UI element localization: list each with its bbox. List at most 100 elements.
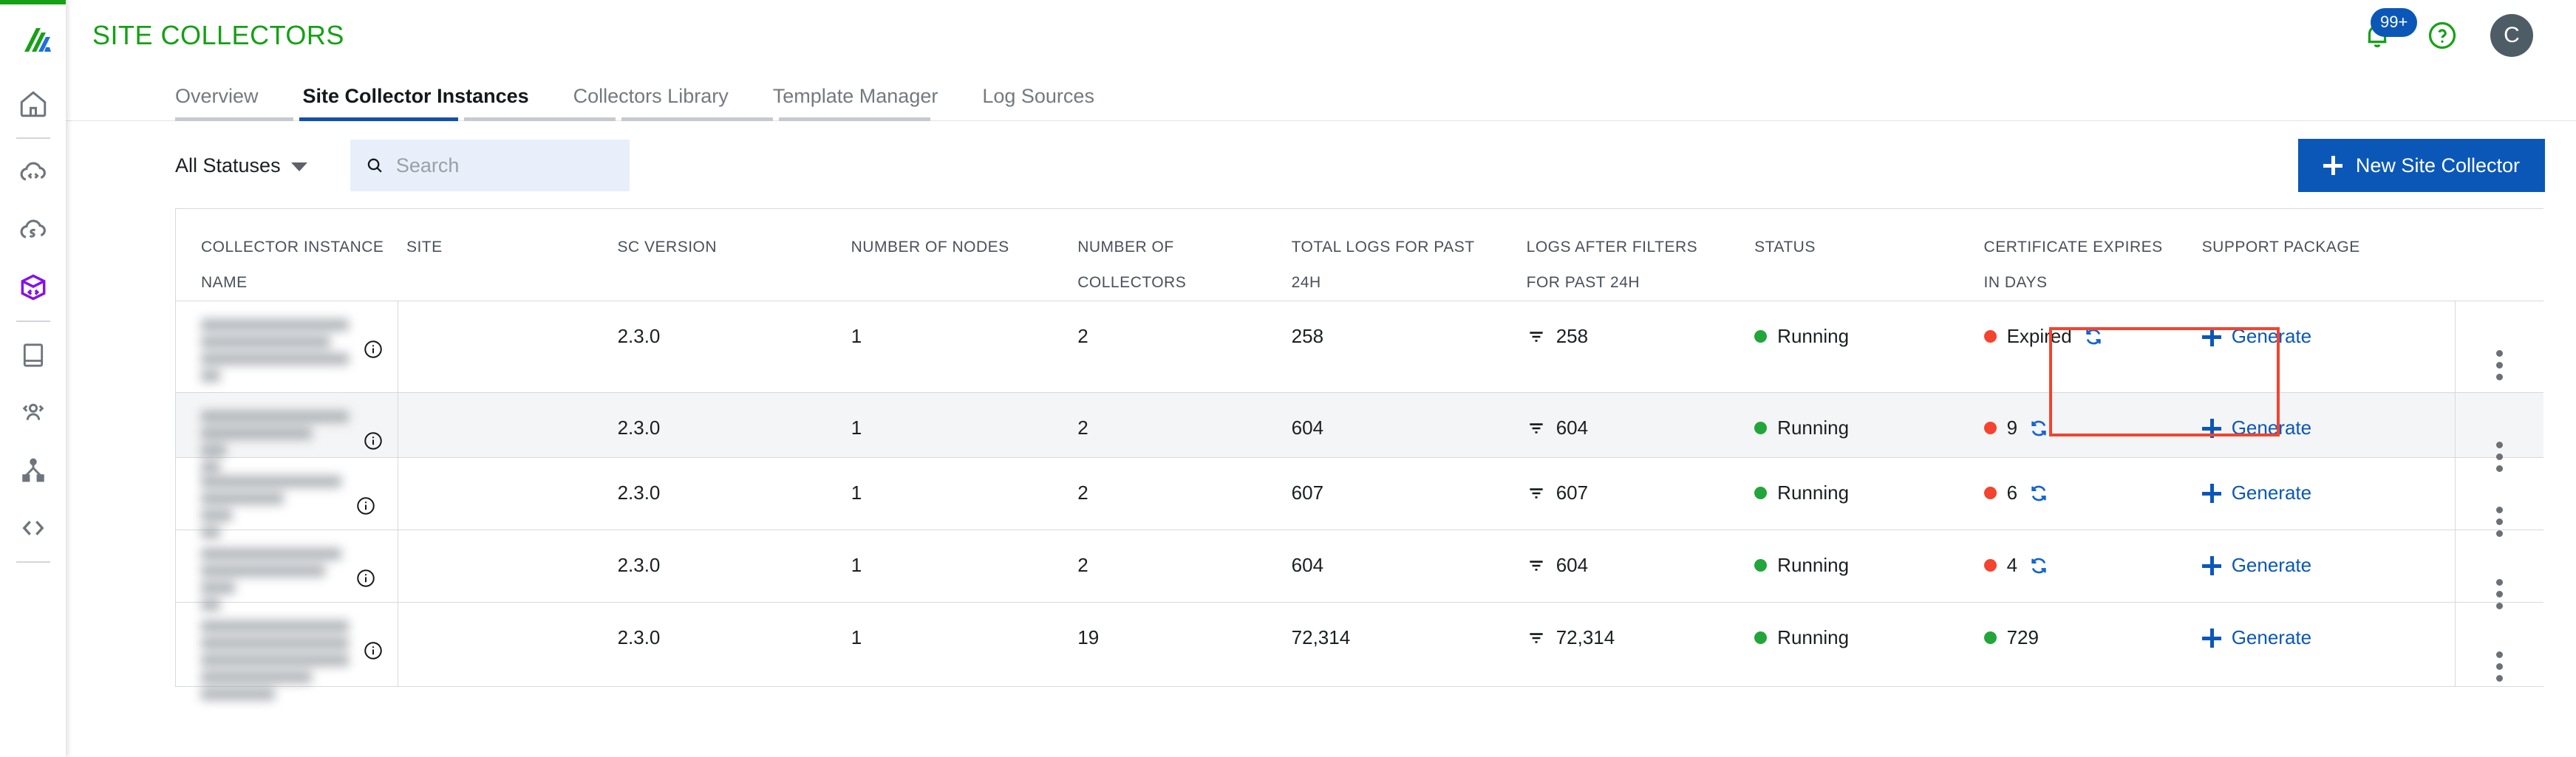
tab-template-manager[interactable]: Template Manager (773, 85, 938, 121)
generate-label: Generate (2231, 482, 2312, 504)
new-site-collector-button[interactable]: New Site Collector (2297, 139, 2545, 192)
redacted-name (201, 548, 341, 611)
generate-support-package-button[interactable]: Generate (2201, 417, 2446, 439)
cell-site (397, 301, 609, 392)
generate-label: Generate (2231, 325, 2312, 347)
sidebar-item-library[interactable] (0, 326, 66, 384)
cell-sc-version: 2.3.0 (609, 603, 842, 686)
logs-after-filters-value: 604 (1556, 417, 1589, 439)
sc-version-value: 2.3.0 (617, 554, 661, 576)
notifications-button[interactable]: 99+ (2360, 8, 2418, 52)
cell-site (397, 458, 609, 530)
col-head-line1: NUMBER OF NODES (851, 239, 1009, 256)
plus-icon (2201, 326, 2221, 346)
certificate-status-dot (1983, 330, 1997, 343)
column-header-sc-version: SC VERSION (609, 209, 842, 301)
tab-log-sources[interactable]: Log Sources (982, 85, 1094, 121)
collectors-value: 2 (1077, 325, 1088, 347)
info-icon[interactable] (362, 338, 384, 360)
generate-label: Generate (2231, 554, 2312, 576)
row-kebab-menu[interactable] (2464, 626, 2535, 682)
cell-site (397, 603, 609, 686)
cell-status: Running (1745, 603, 1974, 686)
tab-collectors-library[interactable]: Collectors Library (573, 85, 729, 121)
refresh-certificate-icon[interactable] (2028, 555, 2050, 577)
rail-divider-2 (16, 321, 50, 322)
sidebar-item-hierarchy[interactable] (0, 442, 66, 499)
generate-support-package-button[interactable]: Generate (2201, 482, 2446, 504)
tab-site-collector-instances[interactable]: Site Collector Instances (303, 85, 529, 121)
filter-icon (1530, 560, 1543, 571)
info-icon[interactable] (362, 640, 384, 662)
row-kebab-menu[interactable] (2464, 554, 2535, 609)
sidebar-item-users[interactable] (0, 384, 66, 442)
total-logs-value: 607 (1291, 482, 1324, 504)
table-row[interactable]: 2.3.0 1 2 258 258 Running Expired Genera… (176, 301, 2543, 393)
certificate-expires-value: 9 (2006, 417, 2018, 439)
code-brackets-icon (22, 521, 44, 535)
collectors-value: 2 (1077, 482, 1088, 504)
cube-code-icon (21, 274, 45, 301)
status-filter-dropdown[interactable]: All Statuses (175, 154, 307, 177)
table-row[interactable]: 2.3.0 1 19 72,314 72,314 Running 729 Gen… (176, 603, 2543, 700)
search-icon (367, 158, 382, 173)
app-logo[interactable] (0, 4, 66, 75)
column-header-site: SITE (398, 209, 609, 301)
plus-icon (2323, 156, 2342, 175)
col-head-line1: CERTIFICATE EXPIRES (1983, 239, 2163, 256)
cell-support-package: Generate (2193, 301, 2455, 392)
tab-overview[interactable]: Overview (175, 85, 259, 121)
table-row[interactable]: 2.3.0 1 2 607 607 Running 6 Generate (176, 458, 2543, 538)
cell-number-of-nodes: 1 (842, 301, 1069, 392)
total-logs-value: 604 (1291, 417, 1324, 439)
refresh-certificate-icon[interactable] (2082, 326, 2105, 348)
info-icon[interactable] (355, 567, 377, 589)
generate-label: Generate (2231, 417, 2312, 439)
sidebar-item-developer[interactable] (0, 499, 66, 557)
total-logs-value: 72,314 (1291, 626, 1351, 648)
generate-support-package-button[interactable]: Generate (2201, 554, 2446, 577)
cell-sc-version: 2.3.0 (609, 301, 842, 392)
help-button[interactable] (2425, 18, 2459, 52)
cell-status: Running (1745, 301, 1974, 392)
chevron-down-icon (290, 162, 307, 171)
cell-number-of-collectors: 2 (1069, 393, 1282, 457)
table-row[interactable]: 2.3.0 1 2 604 604 Running 9 Generate (176, 393, 2543, 473)
info-icon[interactable] (355, 495, 377, 517)
tab-underline-collectors-library (464, 117, 616, 121)
table-row[interactable]: 2.3.0 1 2 604 604 Running 4 Generate (176, 530, 2543, 611)
nodes-value: 1 (851, 626, 862, 648)
page-title: SITE COLLECTORS (92, 20, 344, 50)
refresh-certificate-icon[interactable] (2028, 417, 2050, 439)
users-icon (22, 403, 44, 420)
cell-logs-after-filters: 607 (1518, 458, 1745, 530)
sidebar-item-home[interactable] (0, 75, 66, 133)
sidebar-item-cloud-code[interactable] (0, 143, 66, 201)
cell-sc-version: 2.3.0 (609, 393, 842, 457)
app-root: SITE COLLECTORS 99+ C Overview Site Coll… (0, 0, 2576, 757)
row-kebab-menu[interactable] (2464, 482, 2535, 537)
refresh-certificate-icon[interactable] (2028, 482, 2050, 504)
row-kebab-menu[interactable] (2464, 325, 2535, 380)
user-avatar[interactable]: C (2490, 14, 2533, 57)
sidebar-item-cloud-s[interactable] (0, 201, 66, 258)
column-header-status: STATUS (1745, 209, 1974, 301)
info-icon[interactable] (362, 430, 384, 452)
cell-status: Running (1745, 530, 1974, 602)
search-box[interactable] (350, 140, 630, 191)
cell-certificate-expires: 729 (1975, 603, 2193, 686)
book-icon (23, 343, 43, 367)
generate-label: Generate (2231, 626, 2312, 648)
cell-number-of-collectors: 2 (1069, 458, 1282, 530)
search-input[interactable] (395, 154, 615, 177)
generate-support-package-button[interactable]: Generate (2201, 325, 2446, 348)
tab-underline-track (175, 117, 2576, 121)
sc-version-value: 2.3.0 (617, 626, 661, 648)
sidebar-item-site-collectors[interactable] (0, 258, 66, 316)
certificate-expires-value: 729 (2006, 626, 2039, 648)
notification-badge: 99+ (2371, 8, 2418, 37)
cell-total-logs: 604 (1283, 530, 1518, 602)
tab-underline-site-collector-instances (299, 117, 458, 121)
status-dot (1754, 330, 1768, 343)
generate-support-package-button[interactable]: Generate (2201, 626, 2446, 649)
